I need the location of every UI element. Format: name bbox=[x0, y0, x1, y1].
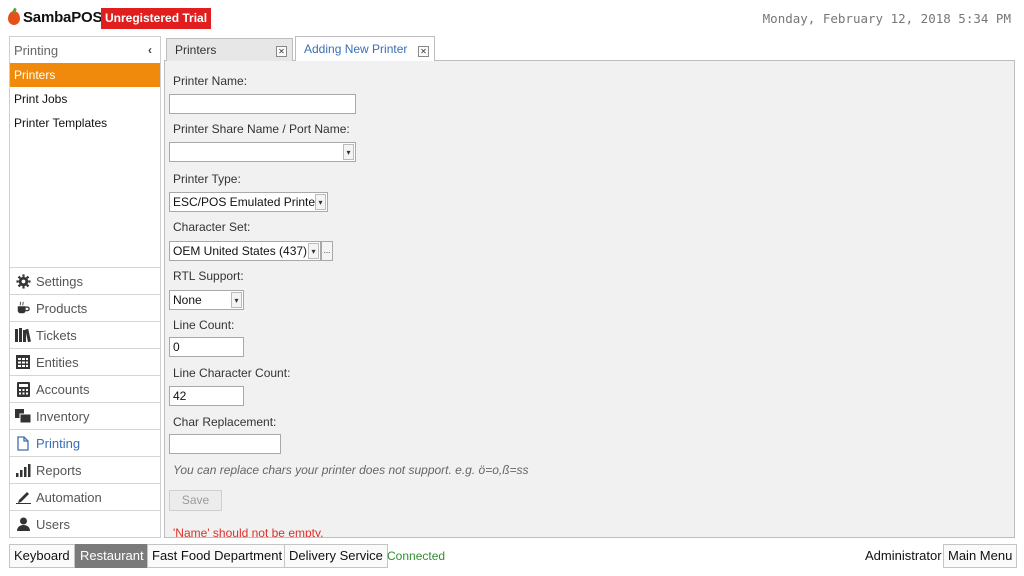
table-grid-icon bbox=[14, 354, 32, 370]
char-replacement-label: Char Replacement: bbox=[173, 415, 277, 429]
printer-type-label: Printer Type: bbox=[173, 172, 241, 186]
app-name: SambaPOS bbox=[23, 9, 103, 26]
chevron-down-icon[interactable]: ▾ bbox=[315, 194, 326, 210]
datetime-display: Monday, February 12, 2018 5:34 PM bbox=[762, 11, 1011, 26]
char-replacement-hint: You can replace chars your printer does … bbox=[173, 463, 529, 477]
save-button[interactable]: Save bbox=[169, 490, 222, 511]
line-count-label: Line Count: bbox=[173, 318, 235, 332]
document-tabs: Printers ✕ Adding New Printer ✕ bbox=[164, 36, 1015, 62]
category-automation[interactable]: Automation bbox=[10, 483, 160, 510]
trial-badge: Unregistered Trial bbox=[101, 8, 212, 29]
coffee-cup-icon bbox=[14, 300, 32, 316]
sidebar-item-printers[interactable]: Printers bbox=[10, 63, 160, 87]
user-icon bbox=[14, 516, 32, 532]
close-icon[interactable]: ✕ bbox=[418, 46, 429, 57]
bottom-bar: Keyboard Restaurant Fast Food Department… bbox=[0, 538, 1024, 576]
category-label: Products bbox=[36, 300, 88, 316]
rtl-value: None bbox=[173, 293, 202, 307]
category-list: Settings Products Tickets Entities Accou… bbox=[10, 267, 160, 537]
calculator-icon bbox=[14, 381, 32, 397]
sidebar: Printing ‹ Printers Print Jobs Printer T… bbox=[9, 36, 161, 538]
close-icon[interactable]: ✕ bbox=[276, 46, 287, 57]
category-label: Printing bbox=[36, 435, 81, 451]
app-logo: SambaPOS bbox=[8, 9, 102, 26]
printer-name-label: Printer Name: bbox=[173, 74, 248, 88]
restaurant-button[interactable]: Restaurant bbox=[75, 544, 149, 568]
tab-label: Adding New Printer bbox=[304, 42, 408, 56]
category-label: Inventory bbox=[36, 408, 90, 424]
charset-select[interactable]: OEM United States (437) ▾ bbox=[169, 241, 321, 261]
line-count-input[interactable]: 0 bbox=[169, 337, 244, 357]
category-entities[interactable]: Entities bbox=[10, 348, 160, 375]
category-label: Tickets bbox=[36, 327, 77, 343]
category-accounts[interactable]: Accounts bbox=[10, 375, 160, 402]
category-printing[interactable]: Printing bbox=[10, 429, 160, 456]
main-menu-button[interactable]: Main Menu bbox=[943, 544, 1018, 568]
sidebar-item-printer-templates[interactable]: Printer Templates bbox=[10, 111, 160, 135]
printer-form: Printer Name: Printer Share Name / Port … bbox=[164, 61, 1015, 538]
keyboard-button[interactable]: Keyboard bbox=[9, 544, 75, 568]
category-label: Accounts bbox=[36, 381, 90, 397]
document-icon bbox=[14, 435, 32, 451]
line-char-count-label: Line Character Count: bbox=[173, 366, 291, 380]
chevron-down-icon[interactable]: ▾ bbox=[343, 144, 354, 160]
charset-more-button[interactable]: ... bbox=[321, 241, 333, 261]
tab-label: Printers bbox=[175, 43, 217, 57]
category-label: Users bbox=[36, 516, 70, 532]
charset-value: OEM United States (437) bbox=[173, 244, 308, 258]
printer-name-input[interactable] bbox=[169, 94, 356, 114]
bar-chart-icon bbox=[14, 462, 32, 478]
current-user: Administrator bbox=[865, 548, 942, 563]
share-name-label: Printer Share Name / Port Name: bbox=[173, 122, 350, 136]
sidebar-title: Printing bbox=[14, 42, 59, 58]
pen-icon bbox=[14, 489, 32, 505]
connection-status: Connected bbox=[387, 549, 446, 563]
sidebar-header: Printing ‹ bbox=[10, 37, 160, 63]
top-bar: SambaPOS Unregistered Trial Monday, Febr… bbox=[0, 0, 1024, 36]
gear-icon bbox=[14, 273, 32, 289]
boxes-icon bbox=[14, 408, 32, 424]
category-label: Entities bbox=[36, 354, 79, 370]
category-reports[interactable]: Reports bbox=[10, 456, 160, 483]
printer-type-value: ESC/POS Emulated Printer bbox=[173, 195, 320, 209]
line-char-count-input[interactable]: 42 bbox=[169, 386, 244, 406]
sidebar-item-print-jobs[interactable]: Print Jobs bbox=[10, 87, 160, 111]
category-label: Settings bbox=[36, 273, 83, 289]
category-products[interactable]: Products bbox=[10, 294, 160, 321]
delivery-service-button[interactable]: Delivery Service bbox=[284, 544, 388, 568]
fast-food-department-button[interactable]: Fast Food Department bbox=[147, 544, 288, 568]
rtl-select[interactable]: None ▾ bbox=[169, 290, 244, 310]
category-label: Automation bbox=[36, 489, 102, 505]
charset-label: Character Set: bbox=[173, 220, 251, 234]
tab-adding-new-printer[interactable]: Adding New Printer ✕ bbox=[295, 36, 435, 62]
category-label: Reports bbox=[36, 462, 82, 478]
main-content: Printers ✕ Adding New Printer ✕ Printer … bbox=[164, 36, 1015, 538]
chevron-down-icon[interactable]: ▾ bbox=[231, 292, 242, 308]
sambapos-logo-icon bbox=[8, 10, 20, 25]
share-name-combobox[interactable]: ▾ bbox=[169, 142, 356, 162]
category-users[interactable]: Users bbox=[10, 510, 160, 537]
validation-error: 'Name' should not be empty. bbox=[173, 526, 324, 538]
category-tickets[interactable]: Tickets bbox=[10, 321, 160, 348]
chevron-down-icon[interactable]: ▾ bbox=[308, 243, 319, 259]
printer-type-select[interactable]: ESC/POS Emulated Printer ▾ bbox=[169, 192, 328, 212]
books-icon bbox=[14, 327, 32, 343]
chevron-left-icon[interactable]: ‹ bbox=[148, 43, 152, 57]
rtl-label: RTL Support: bbox=[173, 269, 244, 283]
category-settings[interactable]: Settings bbox=[10, 267, 160, 294]
tab-printers[interactable]: Printers ✕ bbox=[166, 38, 293, 61]
char-replacement-input[interactable] bbox=[169, 434, 281, 454]
category-inventory[interactable]: Inventory bbox=[10, 402, 160, 429]
